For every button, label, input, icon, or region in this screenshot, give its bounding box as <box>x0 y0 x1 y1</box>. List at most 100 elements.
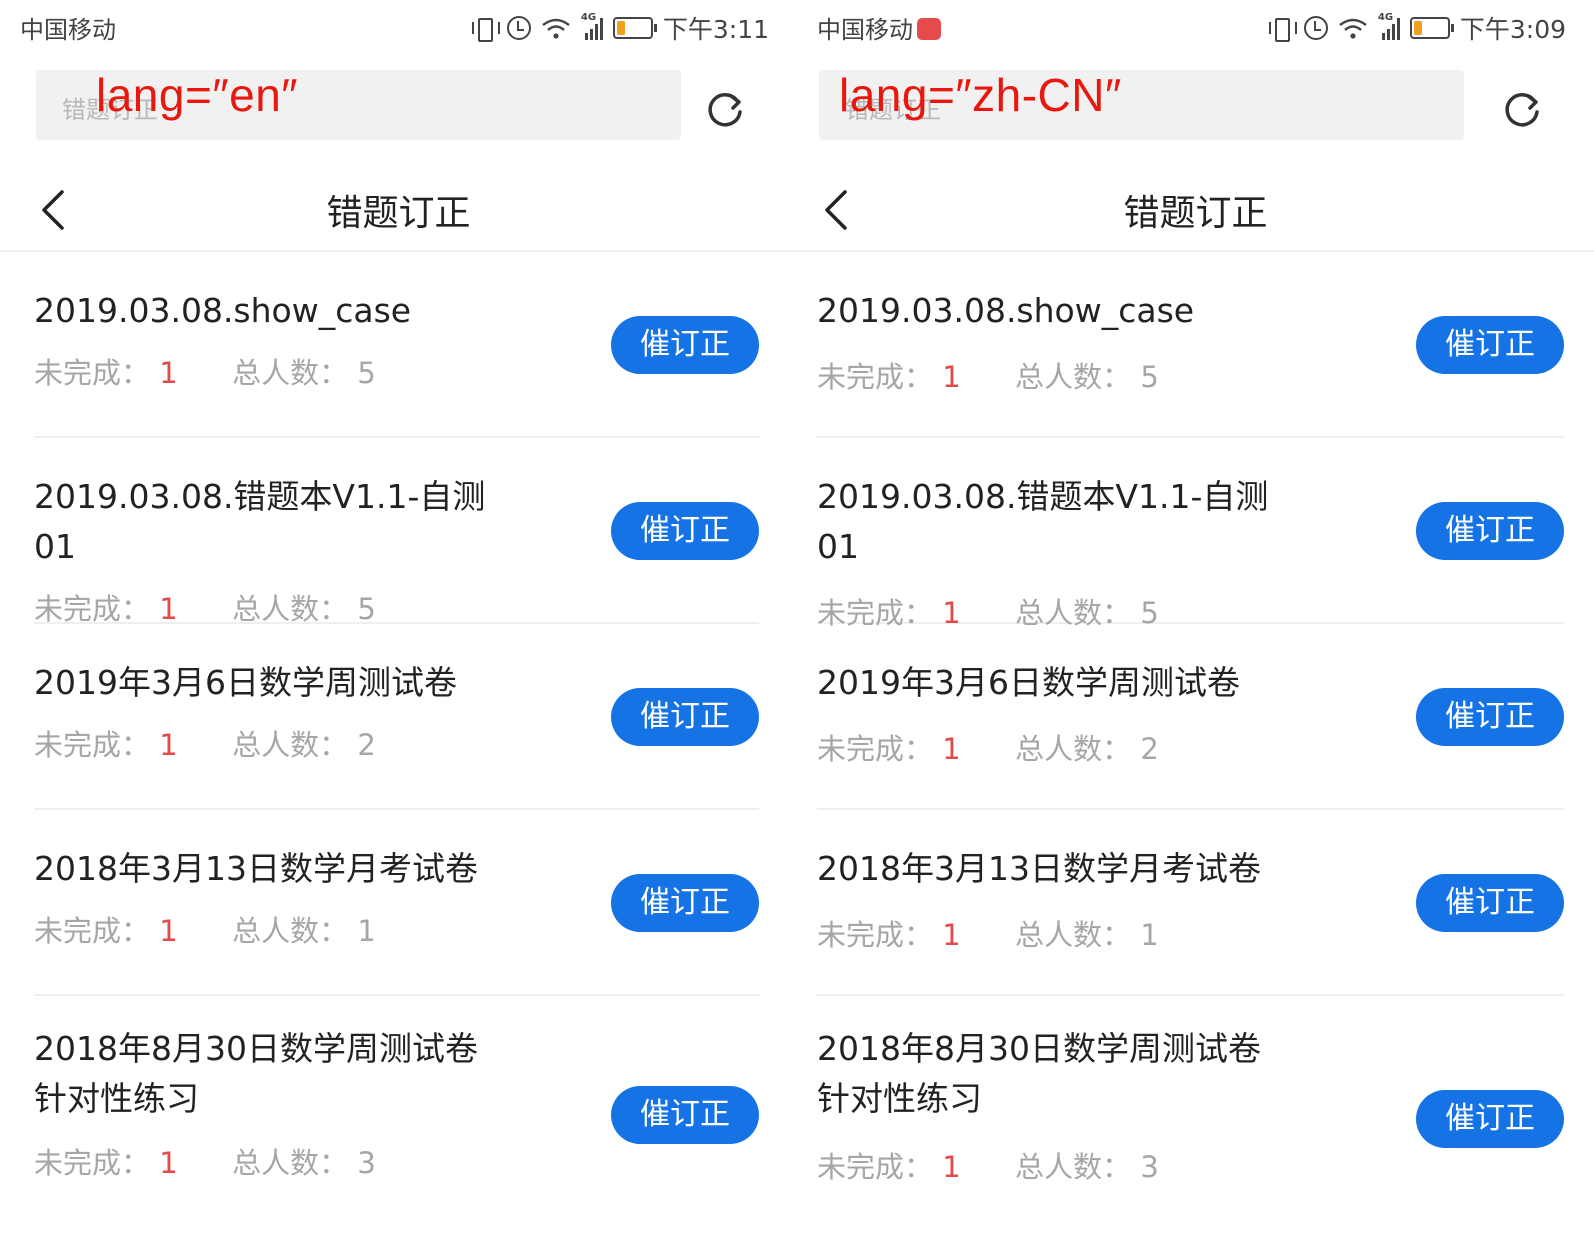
clock: 下午3:11 <box>662 15 769 44</box>
urge-correction-button[interactable]: 催订正 <box>611 316 759 374</box>
app-notification-icon <box>917 18 941 40</box>
incomplete-count: 1 <box>942 1150 961 1184</box>
status-bar: 中国移动 4G 下午3:09 <box>797 0 1594 56</box>
refresh-icon[interactable] <box>1502 88 1542 128</box>
incomplete-count: 1 <box>159 592 178 626</box>
list-item: 2019.03.08.错题本V1.1-自测01 未完成： 1 总人数： 5 催订… <box>817 438 1564 630</box>
total-label: 总人数： <box>232 592 349 626</box>
total-count: 2 <box>357 728 376 762</box>
incomplete-count: 1 <box>942 732 961 766</box>
carrier-name: 中国移动 <box>817 10 941 45</box>
list-item: 2018年8月30日数学周测试卷针对性练习 未完成： 1 总人数： 3 催订正 <box>817 996 1564 1216</box>
assignment-title: 2019.03.08.show_case <box>34 291 412 330</box>
list-item: 2019年3月6日数学周测试卷 未完成： 1 总人数： 2 催订正 <box>34 624 759 810</box>
incomplete-label: 未完成： <box>34 728 151 762</box>
carrier-name: 中国移动 <box>20 16 116 44</box>
incomplete-label: 未完成： <box>34 1146 151 1180</box>
alarm-icon <box>1303 16 1328 40</box>
total-label: 总人数： <box>232 914 349 948</box>
assignment-title: 2018年8月30日数学周测试卷针对性练习 <box>34 1029 478 1118</box>
urge-correction-button[interactable]: 催订正 <box>1416 688 1564 746</box>
alarm-icon <box>506 16 531 40</box>
wifi-icon <box>1339 18 1367 39</box>
total-count: 5 <box>357 592 376 626</box>
total-label: 总人数： <box>232 1146 349 1180</box>
assignment-title: 2019年3月6日数学周测试卷 <box>817 663 1240 702</box>
urge-correction-button[interactable]: 催订正 <box>1416 1090 1564 1148</box>
status-icons: 4G 下午3:11 <box>471 10 769 46</box>
urge-correction-button[interactable]: 催订正 <box>611 502 759 560</box>
page-title: 错题订正 <box>1123 193 1268 234</box>
search-bar: 错题订正 lang=″en″ <box>0 56 797 166</box>
incomplete-label: 未完成： <box>34 356 151 390</box>
assignment-title: 2019.03.08.错题本V1.1-自测01 <box>34 477 486 566</box>
wifi-icon <box>542 18 570 39</box>
urge-correction-button[interactable]: 催订正 <box>611 1086 759 1144</box>
list-item: 2019年3月6日数学周测试卷 未完成： 1 总人数： 2 催订正 <box>817 624 1564 810</box>
incomplete-count: 1 <box>159 914 178 948</box>
incomplete-count: 1 <box>942 918 961 952</box>
assignment-title: 2019.03.08.show_case <box>817 291 1195 330</box>
total-count: 5 <box>1140 360 1159 394</box>
list-item: 2019.03.08.错题本V1.1-自测01 未完成： 1 总人数： 5 催订… <box>34 438 759 626</box>
assignment-list: 2019.03.08.show_case 未完成： 1 总人数： 5 催订正 2… <box>0 252 797 1216</box>
refresh-icon[interactable] <box>705 88 745 128</box>
phone-screen-en: 中国移动 4G 下午3:11 错题订正 lang=″en″ 错题订正 2019.… <box>0 0 797 1248</box>
lang-annotation: lang=″en″ <box>96 69 299 121</box>
status-bar: 中国移动 4G 下午3:11 <box>0 0 797 56</box>
incomplete-label: 未完成： <box>817 360 934 394</box>
incomplete-count: 1 <box>159 356 178 390</box>
incomplete-count: 1 <box>159 728 178 762</box>
search-bar: 错题订正 lang=″zh-CN″ <box>797 56 1594 166</box>
urge-correction-button[interactable]: 催订正 <box>1416 316 1564 374</box>
assignment-title: 2019年3月6日数学周测试卷 <box>34 663 457 702</box>
assignment-stats: 未完成： 1 总人数： 3 <box>34 1140 759 1182</box>
vibrate-icon <box>471 16 500 42</box>
page-title: 错题订正 <box>326 193 471 234</box>
list-item: 2019.03.08.show_case 未完成： 1 总人数： 5 催订正 <box>34 252 759 438</box>
urge-correction-button[interactable]: 催订正 <box>1416 874 1564 932</box>
assignment-title: 2019.03.08.错题本V1.1-自测01 <box>817 477 1269 566</box>
total-count: 5 <box>357 356 376 390</box>
total-count: 3 <box>1140 1150 1159 1184</box>
search-input[interactable]: 错题订正 lang=″zh-CN″ <box>819 69 1464 140</box>
signal-icon: 4G <box>581 12 603 40</box>
battery-icon <box>612 17 657 39</box>
urge-correction-button[interactable]: 催订正 <box>611 874 759 932</box>
list-item: 2018年3月13日数学月考试卷 未完成： 1 总人数： 1 催订正 <box>34 810 759 996</box>
assignment-list: 2019.03.08.show_case 未完成： 1 总人数： 5 催订正 2… <box>797 252 1594 1216</box>
list-item: 2019.03.08.show_case 未完成： 1 总人数： 5 催订正 <box>817 252 1564 438</box>
urge-correction-button[interactable]: 催订正 <box>1416 502 1564 560</box>
comparison-screens: 中国移动 4G 下午3:11 错题订正 lang=″en″ 错题订正 2019.… <box>0 0 1594 1248</box>
nav-header: 错题订正 <box>0 166 797 252</box>
network-type: 4G <box>1377 12 1394 23</box>
urge-correction-button[interactable]: 催订正 <box>611 688 759 746</box>
total-count: 3 <box>357 1146 376 1180</box>
total-label: 总人数： <box>232 728 349 762</box>
incomplete-count: 1 <box>159 1146 178 1180</box>
incomplete-label: 未完成： <box>817 732 934 766</box>
nav-header: 错题订正 <box>797 166 1594 252</box>
network-type: 4G <box>580 12 597 23</box>
total-label: 总人数： <box>232 356 349 390</box>
incomplete-label: 未完成： <box>34 914 151 948</box>
incomplete-label: 未完成： <box>817 1150 934 1184</box>
assignment-title: 2018年8月30日数学周测试卷针对性练习 <box>817 1029 1261 1118</box>
signal-icon: 4G <box>1378 12 1400 40</box>
total-label: 总人数： <box>1015 918 1132 952</box>
clock: 下午3:09 <box>1459 15 1566 44</box>
assignment-title: 2018年3月13日数学月考试卷 <box>34 849 478 888</box>
total-label: 总人数： <box>1015 1150 1132 1184</box>
incomplete-count: 1 <box>942 360 961 394</box>
total-count: 2 <box>1140 732 1159 766</box>
vibrate-icon <box>1268 16 1297 42</box>
incomplete-label: 未完成： <box>34 592 151 626</box>
lang-annotation: lang=″zh-CN″ <box>839 69 1122 121</box>
status-icons: 4G 下午3:09 <box>1268 10 1566 46</box>
total-count: 1 <box>1140 918 1159 952</box>
search-input[interactable]: 错题订正 lang=″en″ <box>36 69 681 140</box>
total-count: 1 <box>357 914 376 948</box>
total-label: 总人数： <box>1015 360 1132 394</box>
incomplete-label: 未完成： <box>817 918 934 952</box>
assignment-title: 2018年3月13日数学月考试卷 <box>817 849 1261 888</box>
